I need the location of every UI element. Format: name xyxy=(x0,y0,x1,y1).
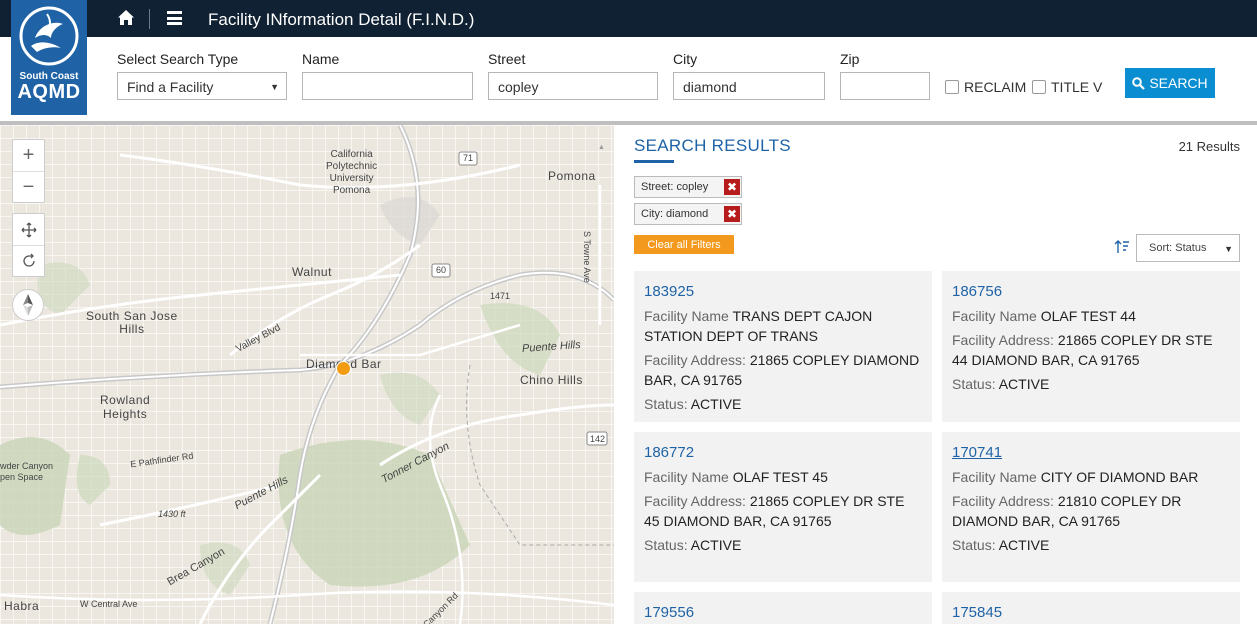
result-card[interactable]: 183925 Facility Name TRANS DEPT CAJON ST… xyxy=(634,271,932,422)
zip-label: Zip xyxy=(840,51,860,67)
facility-name-row: Facility Name CITY OF DIAMOND BAR xyxy=(952,469,1199,485)
result-card[interactable]: 186772 Facility Name OLAF TEST 45 Facili… xyxy=(634,432,932,582)
facility-id-link[interactable]: 170741 xyxy=(952,443,1002,463)
pan-icon[interactable] xyxy=(13,214,44,245)
results-panel: SEARCH RESULTS 21 Results Street: copley… xyxy=(614,125,1257,624)
facility-status-row: Status: ACTIVE xyxy=(952,376,1050,392)
zoom-controls: + − xyxy=(12,139,45,203)
facility-name-row: Facility Name OLAF TEST 44 xyxy=(952,308,1136,324)
brand-line2: AQMD xyxy=(17,81,81,103)
aqmd-logo[interactable]: South Coast AQMD xyxy=(11,0,87,115)
page-title: Facility INformation Detail (F.I.N.D.) xyxy=(208,10,475,29)
facility-id-link[interactable]: 179556 xyxy=(644,603,694,623)
search-button[interactable]: SEARCH xyxy=(1125,68,1215,98)
facility-address-row: Facility Address: 21810 COPLEY DR DIAMON… xyxy=(952,493,1182,529)
sort-order-icon[interactable] xyxy=(1114,239,1130,255)
zoom-in-button[interactable]: + xyxy=(13,140,44,171)
titlev-checkbox[interactable] xyxy=(1032,80,1046,94)
map-label-walnut: Walnut xyxy=(292,265,332,279)
facility-name-row: Facility Name TRANS DEPT CAJON STATION D… xyxy=(644,308,873,344)
facility-id-link[interactable]: 186772 xyxy=(644,443,694,463)
header-separator xyxy=(149,9,150,29)
map-label-south-san-jose: South San Jose Hills xyxy=(86,309,178,336)
name-label: Name xyxy=(302,51,340,67)
map-label-elev-1471: 1471 xyxy=(490,291,511,301)
clear-filters-button[interactable]: Clear all Filters xyxy=(634,235,734,254)
filter-chip-street: Street: copley ✖ xyxy=(634,176,742,198)
result-card[interactable]: 186756 Facility Name OLAF TEST 44 Facili… xyxy=(942,271,1240,422)
map-label-rowland-heights: Rowland Heights xyxy=(100,393,151,421)
map-label-la-habra: Habra xyxy=(4,599,40,613)
route-71-label: 71 xyxy=(463,153,474,163)
sort-select[interactable]: Sort: Status ▼ xyxy=(1136,234,1240,262)
zoom-out-button[interactable]: − xyxy=(13,171,44,202)
search-type-label: Select Search Type xyxy=(117,51,239,67)
map-label-cal-poly: California Polytechnic University Pomona xyxy=(326,149,378,196)
facility-name-row: Facility Name OLAF TEST 45 xyxy=(644,469,828,485)
result-card[interactable]: 170741 Facility Name CITY OF DIAMOND BAR… xyxy=(942,432,1240,582)
titlev-label: TITLE V xyxy=(1051,79,1103,95)
facility-address-row: Facility Address: 21865 COPLEY DR STE 44… xyxy=(952,332,1213,368)
route-60-label: 60 xyxy=(436,265,447,275)
facility-status-row: Status: ACTIVE xyxy=(952,537,1050,553)
close-icon[interactable]: ✖ xyxy=(724,179,740,195)
map-label-chino-hills: Chino Hills xyxy=(520,373,583,387)
map-label-powder-canyon: wder Canyon pen Space xyxy=(0,461,54,482)
facility-id-link[interactable]: 186756 xyxy=(952,282,1002,302)
reclaim-checkbox[interactable] xyxy=(945,80,959,94)
chevron-down-icon: ▼ xyxy=(270,82,279,92)
facility-id-link[interactable]: 175845 xyxy=(952,603,1002,623)
close-icon[interactable]: ✖ xyxy=(724,206,740,222)
filter-chip-label: City: diamond xyxy=(641,208,709,220)
street-label: Street xyxy=(488,51,526,67)
search-bar: Select Search Type Find a Facility ▼ Nam… xyxy=(0,37,1257,121)
nav-controls xyxy=(12,213,45,277)
search-type-value: Find a Facility xyxy=(127,79,214,95)
logo-emblem-icon xyxy=(19,6,79,66)
map-label-central-ave: W Central Ave xyxy=(80,599,138,609)
filter-chip-city: City: diamond ✖ xyxy=(634,203,742,225)
name-input[interactable] xyxy=(302,72,473,100)
street-input[interactable]: copley xyxy=(488,72,658,100)
route-142-label: 142 xyxy=(590,434,606,444)
compass-icon[interactable] xyxy=(12,289,44,321)
hamburger-menu-icon[interactable] xyxy=(167,11,182,25)
result-card[interactable]: 175845 xyxy=(942,592,1240,624)
result-card[interactable]: 179556 xyxy=(634,592,932,624)
sort-value: Sort: Status xyxy=(1149,242,1207,254)
filter-chip-label: Street: copley xyxy=(641,181,709,193)
home-icon[interactable] xyxy=(117,9,135,27)
search-type-select[interactable]: Find a Facility ▼ xyxy=(117,72,287,100)
search-icon xyxy=(1132,76,1146,90)
rotate-icon[interactable] xyxy=(13,245,44,276)
facility-address-row: Facility Address: 21865 COPLEY DR STE 45… xyxy=(644,493,905,529)
zip-input[interactable] xyxy=(840,72,930,100)
chevron-down-icon: ▼ xyxy=(1224,244,1233,254)
facility-status-row: Status: ACTIVE xyxy=(644,537,742,553)
map-label-towne: S Towne Ave xyxy=(582,231,592,283)
facility-marker[interactable] xyxy=(336,361,351,376)
facility-status-row: Status: ACTIVE xyxy=(644,396,742,412)
city-label: City xyxy=(673,51,698,67)
map-label-pomona: Pomona xyxy=(548,169,596,183)
top-bar: Facility INformation Detail (F.I.N.D.) xyxy=(0,0,1257,37)
results-title: SEARCH RESULTS xyxy=(634,136,791,155)
scrollbar-up-arrow[interactable]: ▲ xyxy=(598,144,605,151)
reclaim-label: RECLAIM xyxy=(964,79,1027,95)
map-label-elev-1430: 1430 ft xyxy=(158,509,186,519)
results-title-underline xyxy=(634,160,674,163)
map[interactable]: California Polytechnic University Pomona 71… xyxy=(0,125,614,624)
search-button-label: SEARCH xyxy=(1149,75,1208,91)
facility-address-row: Facility Address: 21865 COPLEY DIAMOND B… xyxy=(644,352,920,388)
facility-id-link[interactable]: 183925 xyxy=(644,282,694,302)
city-input[interactable]: diamond xyxy=(673,72,825,100)
results-count: 21 Results xyxy=(1178,139,1240,154)
